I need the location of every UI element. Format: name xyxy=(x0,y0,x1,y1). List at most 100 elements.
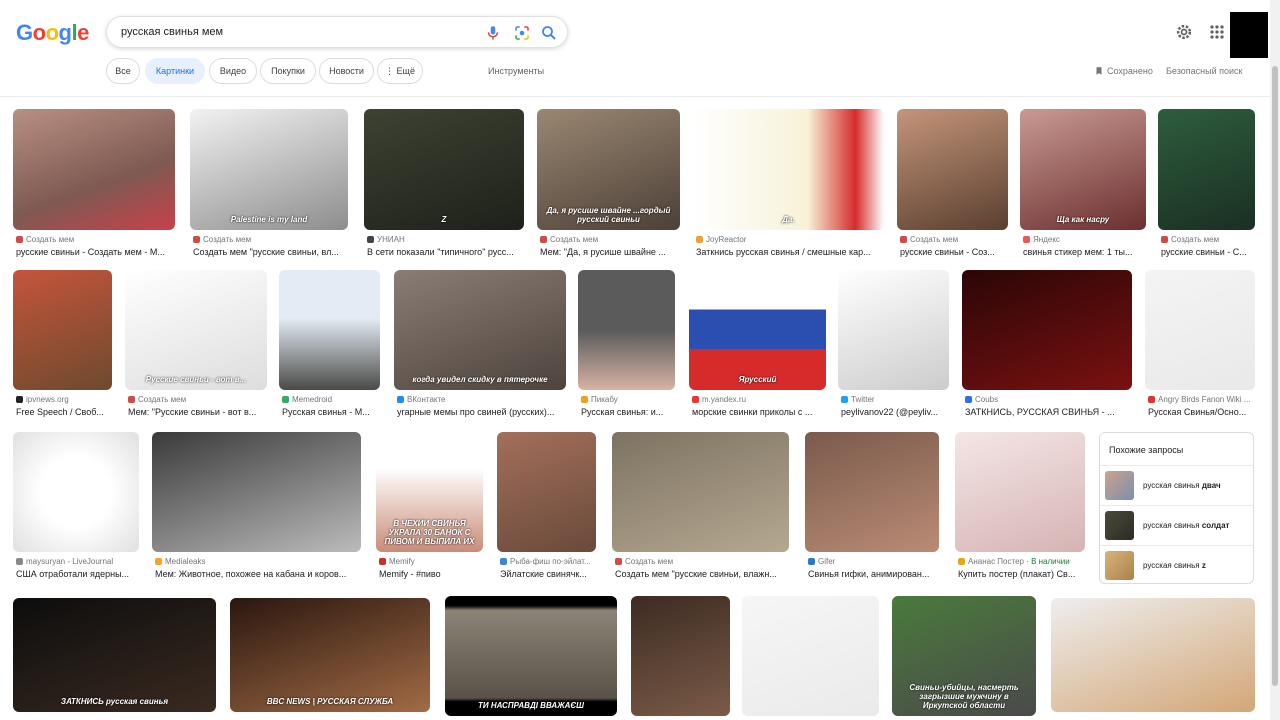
result-title[interactable]: Memify - #пиво xyxy=(379,569,482,579)
tab-images[interactable]: Картинки xyxy=(145,58,205,84)
result-thumbnail[interactable] xyxy=(1051,598,1255,712)
result-source[interactable]: Создать мем xyxy=(128,395,266,404)
result-title[interactable]: Русская Свинья/Осно... xyxy=(1148,407,1254,417)
tab-video[interactable]: Видео xyxy=(209,58,257,84)
result-source[interactable]: Ананас Постер · В наличии xyxy=(958,557,1084,566)
result-source[interactable]: Memify xyxy=(379,557,482,566)
result-source[interactable]: УНИАН xyxy=(367,235,523,244)
result-source[interactable]: Coubs xyxy=(965,395,1131,404)
result-title[interactable]: морские свинки приколы с ... xyxy=(692,407,825,417)
result-thumbnail[interactable]: BBC NEWS | РУССКАЯ СЛУЖБА xyxy=(230,598,430,712)
google-logo[interactable]: Google xyxy=(16,20,89,46)
result-source[interactable]: Создать мем xyxy=(900,235,1007,244)
google-lens-icon[interactable] xyxy=(513,24,531,42)
result-thumbnail[interactable]: В ЧЕХИИ СВИНЬЯ УКРАЛА 30 БАНОК С ПИВОМ И… xyxy=(376,432,483,552)
saved-link[interactable]: Сохранено xyxy=(1094,66,1153,76)
tab-more[interactable]: ⋮ Ещё xyxy=(377,58,423,84)
result-title[interactable]: Free Speech / Своб... xyxy=(16,407,111,417)
result-title[interactable]: США отработали ядерны... xyxy=(16,569,138,579)
result-source[interactable]: Создать мем xyxy=(193,235,347,244)
result-title[interactable]: угарные мемы про свиней (русских)... xyxy=(397,407,565,417)
related-search-item[interactable]: русская свинья солдат xyxy=(1100,505,1253,545)
scrollbar-thumb[interactable] xyxy=(1272,66,1278,686)
result-title[interactable]: Мем: "Да, я русише швайне ... xyxy=(540,247,679,257)
result-thumbnail[interactable]: Ярусский xyxy=(689,270,826,390)
result-thumbnail[interactable]: Да. xyxy=(693,109,884,230)
result-thumbnail[interactable] xyxy=(838,270,949,390)
tab-news[interactable]: Новости xyxy=(319,58,374,84)
tools-button[interactable]: Инструменты xyxy=(488,66,544,76)
result-title[interactable]: В сети показали "типичного" русс... xyxy=(367,247,523,257)
related-search-item[interactable]: русская свинья z xyxy=(1100,545,1253,585)
result-title[interactable]: Русская свинья: и... xyxy=(581,407,674,417)
safesearch-link[interactable]: Безопасный поиск xyxy=(1166,66,1242,76)
search-icon[interactable] xyxy=(540,24,558,42)
result-thumbnail[interactable] xyxy=(497,432,596,552)
result-title[interactable]: Заткнись русская свинья / смешные кар... xyxy=(696,247,883,257)
result-title[interactable]: русские свиньи - Создать мем - М... xyxy=(16,247,174,257)
result-thumbnail[interactable] xyxy=(13,432,139,552)
result-thumbnail[interactable] xyxy=(152,432,361,552)
tab-shopping[interactable]: Покупки xyxy=(260,58,316,84)
result-thumbnail[interactable]: Русские свиньи - вот в... xyxy=(125,270,267,390)
result-title[interactable]: Создать мем "русские свиньи, влажн... xyxy=(615,569,788,579)
result-source[interactable]: Создать мем xyxy=(615,557,788,566)
result-thumbnail[interactable] xyxy=(631,596,730,716)
result-thumbnail[interactable]: Ща как насру xyxy=(1020,109,1146,230)
result-source[interactable]: Пикабу xyxy=(581,395,674,404)
result-source[interactable]: maysuryan - LiveJournal xyxy=(16,557,138,566)
result-thumbnail[interactable]: ЗАТКНИСЬ русская свинья xyxy=(13,598,216,712)
result-title[interactable]: русские свиньи - Соз... xyxy=(900,247,1007,257)
result-title[interactable]: русские свиньи - С... xyxy=(1161,247,1254,257)
result-thumbnail[interactable]: когда увидел скидку в пятерочке xyxy=(394,270,566,390)
result-thumbnail[interactable] xyxy=(742,596,879,716)
result-source[interactable]: m.yandex.ru xyxy=(692,395,825,404)
result-source[interactable]: Яндекс xyxy=(1023,235,1145,244)
microphone-icon[interactable] xyxy=(484,24,502,42)
result-title[interactable]: Купить постер (плакат) Св... xyxy=(958,569,1084,579)
tab-all[interactable]: Все xyxy=(106,58,140,84)
result-source[interactable]: ВКонтакте xyxy=(397,395,565,404)
result-source[interactable]: Medialeaks xyxy=(155,557,360,566)
result-source[interactable]: Создать мем xyxy=(540,235,679,244)
result-thumbnail[interactable]: Z xyxy=(364,109,524,230)
avatar[interactable] xyxy=(1230,12,1268,58)
result-thumbnail[interactable] xyxy=(1145,270,1255,390)
gear-icon[interactable] xyxy=(1174,22,1194,42)
result-thumbnail[interactable] xyxy=(13,270,112,390)
result-source[interactable]: Создать мем xyxy=(1161,235,1254,244)
result-source[interactable]: Twitter xyxy=(841,395,948,404)
search-box[interactable]: русская свинья мем xyxy=(106,16,568,48)
scrollbar[interactable] xyxy=(1270,0,1280,720)
result-title[interactable]: peylivanov22 (@peyliv... xyxy=(841,407,948,417)
result-source[interactable]: Memedroid xyxy=(282,395,379,404)
result-title[interactable]: Свинья гифки, анимирован... xyxy=(808,569,938,579)
result-thumbnail[interactable] xyxy=(805,432,939,552)
result-thumbnail[interactable]: ТИ НАСПРАВДІ ВВАЖАЄШ xyxy=(445,596,617,716)
result-thumbnail[interactable] xyxy=(13,109,175,230)
result-title[interactable]: свинья стикер мем: 1 ты... xyxy=(1023,247,1145,257)
result-thumbnail[interactable] xyxy=(612,432,789,552)
result-thumbnail[interactable] xyxy=(1158,109,1255,230)
result-source[interactable]: Рыба-фиш по-эйлат... xyxy=(500,557,595,566)
result-source[interactable]: JoyReactor xyxy=(696,235,883,244)
result-thumbnail[interactable] xyxy=(279,270,380,390)
result-thumbnail[interactable] xyxy=(962,270,1132,390)
related-search-item[interactable]: русская свинья двач xyxy=(1100,465,1253,505)
result-thumbnail[interactable]: Да, я русише швайне ...гордый русский св… xyxy=(537,109,680,230)
result-source[interactable]: Gifer xyxy=(808,557,938,566)
result-title[interactable]: Создать мем "русские свиньи, вл... xyxy=(193,247,347,257)
result-title[interactable]: Русская свинья - М... xyxy=(282,407,379,417)
result-thumbnail[interactable] xyxy=(897,109,1008,230)
result-title[interactable]: Мем: "Русские свиньи - вот в... xyxy=(128,407,266,417)
result-title[interactable]: Мем: Животное, похожее на кабана и коров… xyxy=(155,569,360,579)
result-source[interactable]: Создать мем xyxy=(16,235,174,244)
result-thumbnail[interactable]: Palestine is my land xyxy=(190,109,348,230)
result-source[interactable]: ipvnews.org xyxy=(16,395,111,404)
result-thumbnail[interactable]: Свиньи-убийцы, насмерть загрызшие мужчин… xyxy=(892,596,1036,716)
result-source[interactable]: Angry Birds Fanon Wiki ... xyxy=(1148,395,1254,404)
result-thumbnail[interactable] xyxy=(578,270,675,390)
result-title[interactable]: ЗАТКНИСЬ, РУССКАЯ СВИНЬЯ - ... xyxy=(965,407,1131,417)
result-title[interactable]: Эйлатские свинячк... xyxy=(500,569,595,579)
apps-grid-icon[interactable] xyxy=(1207,22,1227,42)
